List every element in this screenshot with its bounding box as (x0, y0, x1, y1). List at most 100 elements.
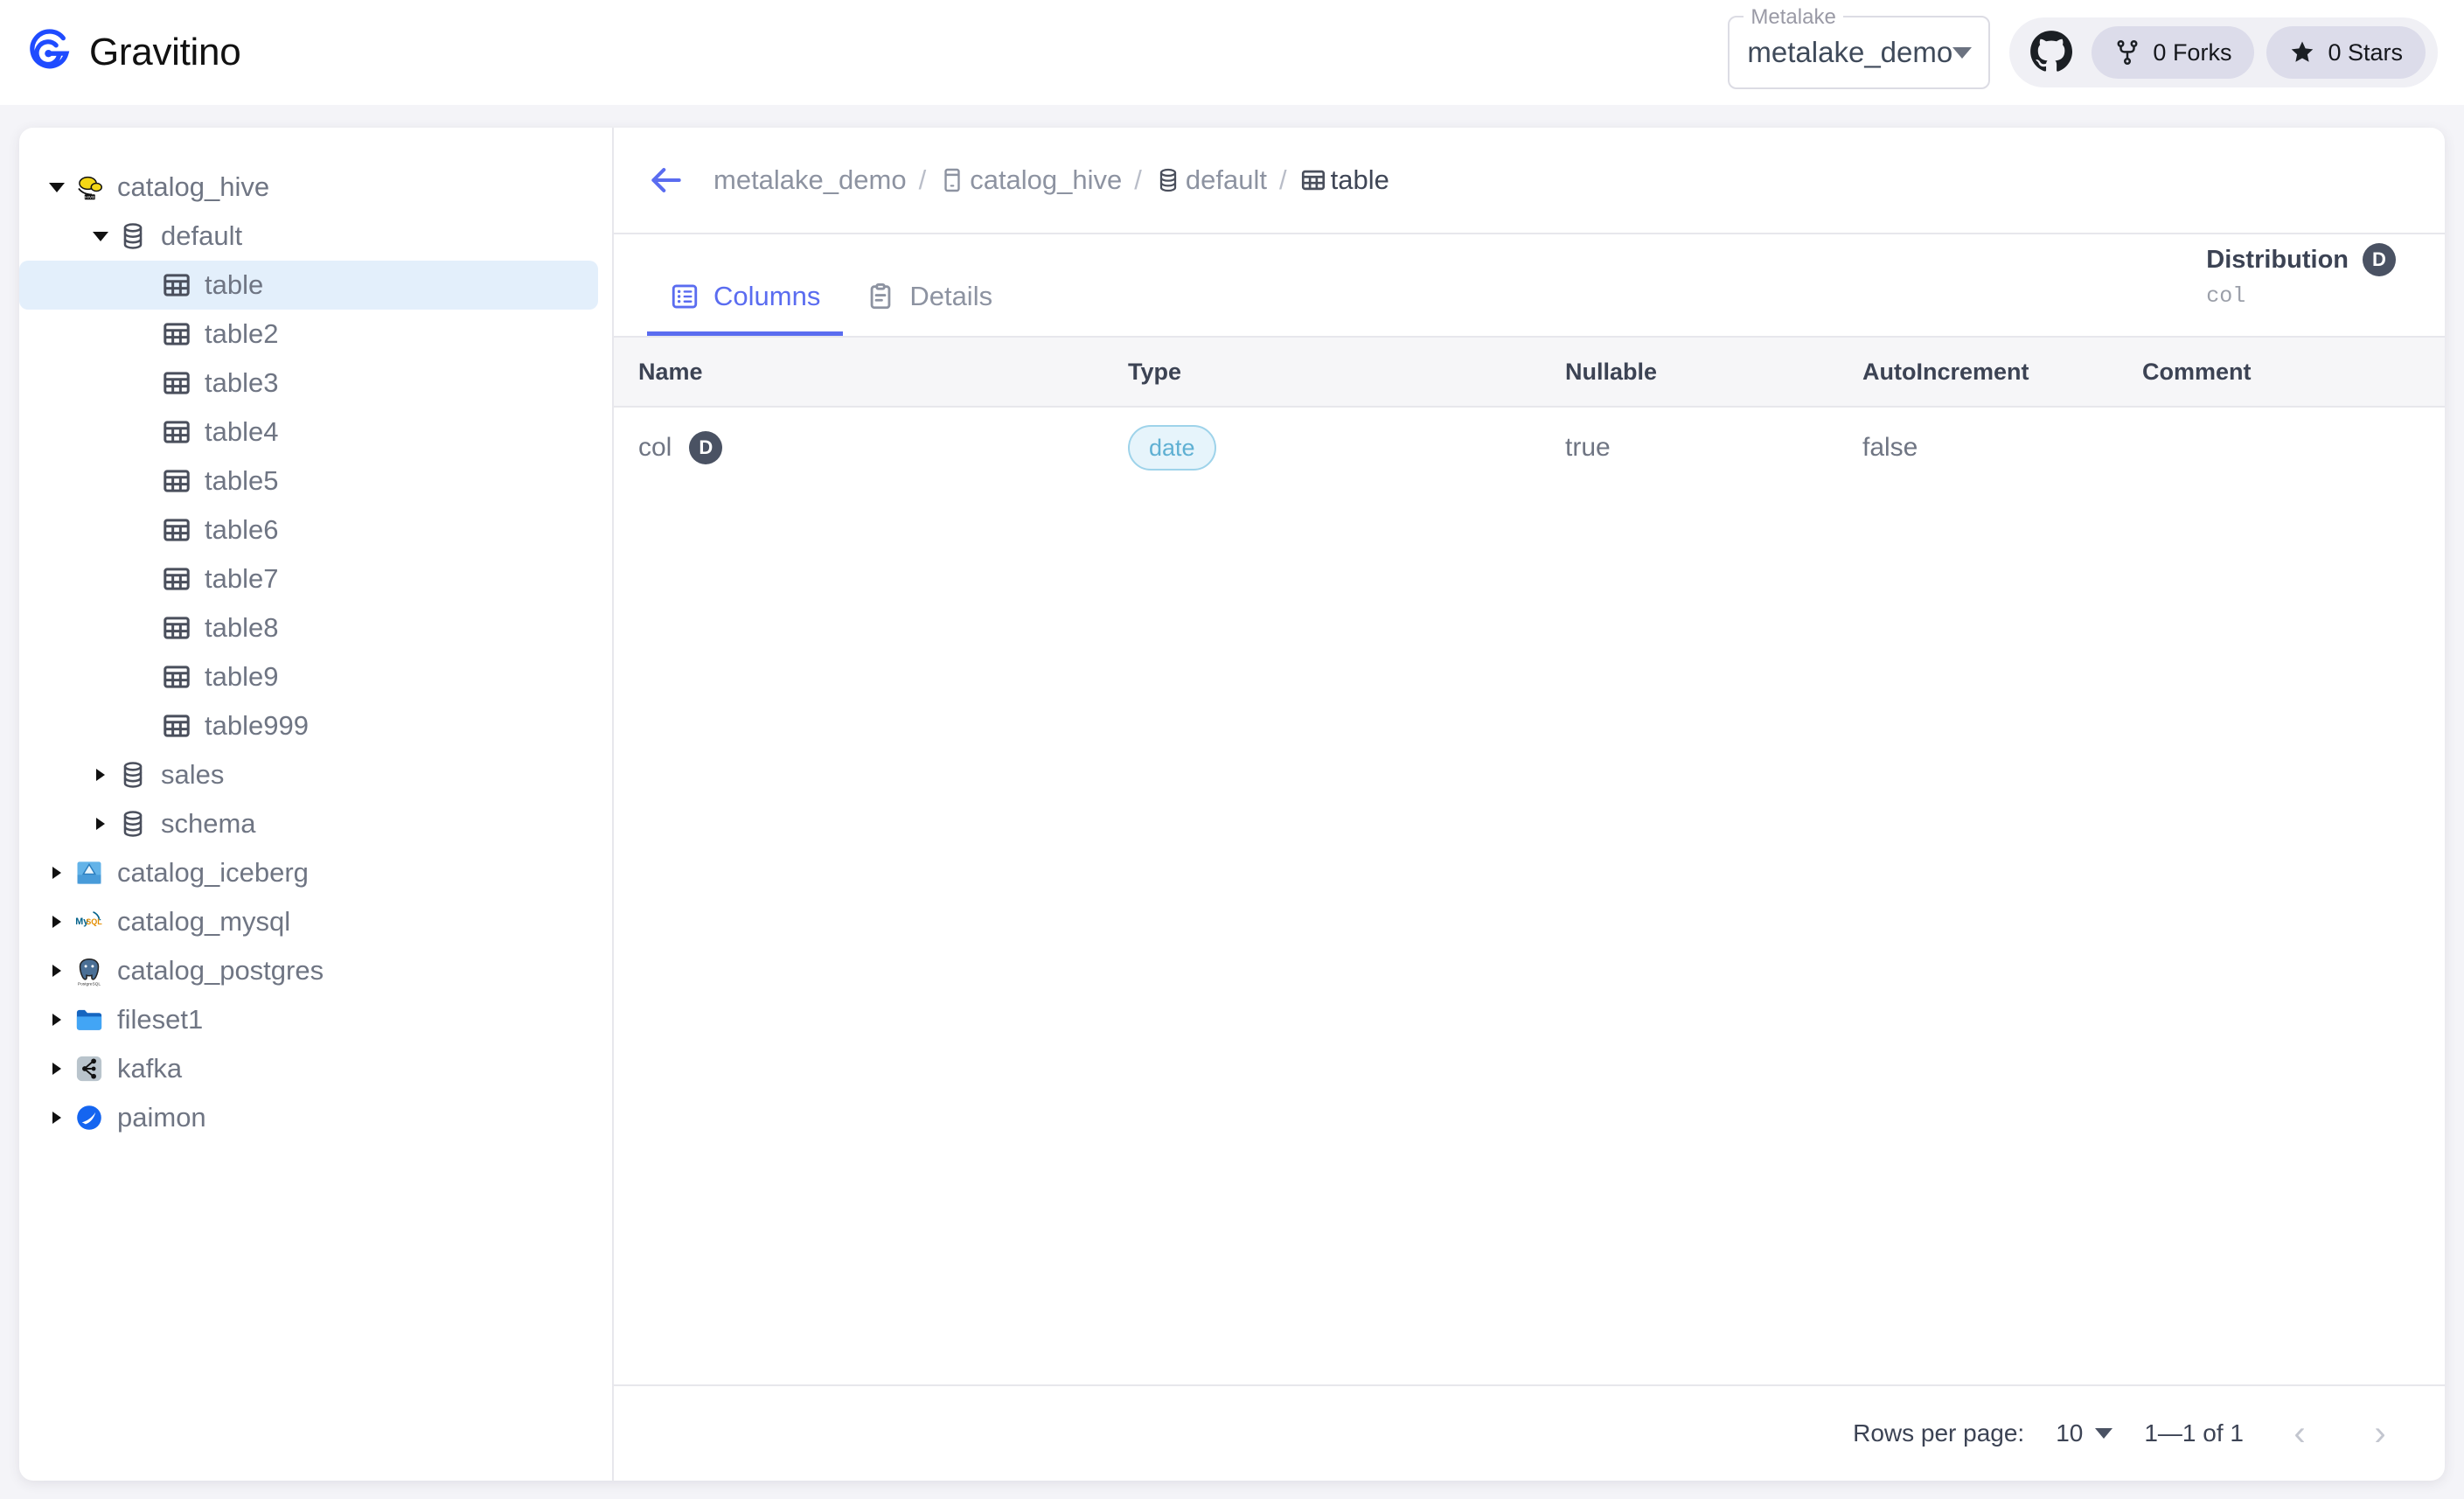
breadcrumb-separator: / (1134, 164, 1142, 196)
tree-item-table4[interactable]: table4 (19, 408, 598, 457)
chevron-right-icon[interactable] (86, 818, 115, 830)
table-icon (159, 464, 194, 499)
chevron-left-icon[interactable]: ‹ (2275, 1409, 2324, 1458)
chevron-down-icon (2095, 1428, 2112, 1439)
tab-columns[interactable]: Columns (647, 281, 843, 336)
github-stars-label: 0 Stars (2328, 39, 2403, 66)
tree-item-label: catalog_iceberg (117, 857, 309, 889)
tree-item-label: schema (161, 808, 256, 840)
tabs-row: Columns Details Distribution (614, 234, 2445, 336)
breadcrumb-item-default[interactable]: default (1154, 164, 1267, 196)
page-wrap: HIVEcatalog_hivedefaulttabletable2table3… (0, 105, 2464, 1499)
tree-item-label: kafka (117, 1053, 182, 1084)
tab-details[interactable]: Details (843, 281, 1015, 336)
tree-item-table6[interactable]: table6 (19, 505, 598, 554)
distribution-title: Distribution (2206, 246, 2349, 275)
svg-text:HIVE: HIVE (85, 195, 95, 200)
tree-item-label: catalog_mysql (117, 906, 290, 938)
column-name: col (638, 433, 672, 463)
tab-details-label: Details (909, 281, 992, 312)
breadcrumb-item-label: table (1331, 164, 1389, 196)
catalog-tree: HIVEcatalog_hivedefault table table2 table3… (19, 128, 614, 1481)
breadcrumb-items: metalake_demo/catalog_hive/default/table (713, 164, 1389, 196)
tree-item-label: table7 (205, 563, 278, 595)
svg-text:SQL: SQL (86, 917, 102, 926)
tree-item-schema[interactable]: schema (19, 799, 598, 848)
tree-item-label: table999 (205, 710, 309, 742)
table-icon (159, 610, 194, 645)
tree-item-table7[interactable]: table7 (19, 554, 598, 603)
distribution-value: col (2206, 283, 2396, 309)
distribution-badge: D (689, 431, 722, 464)
tree-item-table[interactable]: table (19, 261, 598, 310)
cell-type: date (1103, 425, 1541, 471)
github-icon[interactable] (2029, 30, 2074, 75)
tree-item-sales[interactable]: sales (19, 750, 598, 799)
th-nullable: Nullable (1541, 359, 1838, 386)
fork-icon (2114, 39, 2140, 66)
tree-item-table9[interactable]: table9 (19, 652, 598, 701)
github-forks-chip[interactable]: 0 Forks (2092, 26, 2254, 79)
tree-item-table999[interactable]: table999 (19, 701, 598, 750)
tree-item-default[interactable]: default (19, 212, 598, 261)
chevron-right-icon[interactable] (42, 867, 72, 879)
tree-item-fileset1[interactable]: fileset1 (19, 995, 598, 1044)
chevron-right-icon[interactable] (42, 916, 72, 928)
breadcrumb-item-table[interactable]: table (1299, 164, 1389, 196)
table-icon (159, 317, 194, 352)
table-icon (159, 512, 194, 547)
tree-item-catalog_hive[interactable]: HIVEcatalog_hive (19, 163, 598, 212)
folder-icon (72, 1002, 107, 1037)
table-icon (159, 268, 194, 303)
rows-per-page-label: Rows per page: (1853, 1419, 2024, 1447)
table-icon (159, 561, 194, 596)
breadcrumb-item-catalog_hive[interactable]: catalog_hive (938, 164, 1122, 196)
tab-columns-label: Columns (713, 281, 820, 312)
tree-item-label: fileset1 (117, 1004, 203, 1035)
database-icon (115, 219, 150, 254)
brand-name: Gravitino (89, 31, 240, 74)
tree-item-label: table2 (205, 318, 278, 350)
tree-item-table8[interactable]: table8 (19, 603, 598, 652)
th-name: Name (614, 359, 1103, 386)
chevron-right-icon[interactable] (42, 1063, 72, 1075)
tree-item-table2[interactable]: table2 (19, 310, 598, 359)
github-stars-chip[interactable]: 0 Stars (2266, 26, 2426, 79)
metalake-select[interactable]: Metalake metalake_demo (1728, 16, 1990, 89)
table-row[interactable]: colDdatetruefalse (614, 408, 2445, 488)
chevron-right-icon[interactable] (42, 965, 72, 977)
tree-item-label: table5 (205, 465, 278, 497)
github-stats-group: 0 Forks 0 Stars (2009, 17, 2438, 87)
main-pane: metalake_demo/catalog_hive/default/table… (614, 128, 2445, 1481)
tree-item-table3[interactable]: table3 (19, 359, 598, 408)
distribution-badge: D (2363, 243, 2396, 276)
table-icon (159, 708, 194, 743)
pagination: Rows per page: 10 1—1 of 1 ‹ › (614, 1384, 2445, 1481)
tree-item-paimon[interactable]: paimon (19, 1093, 598, 1142)
hive-icon: HIVE (72, 170, 107, 205)
tree-item-label: table4 (205, 416, 278, 448)
chevron-right-icon[interactable]: › (2356, 1409, 2405, 1458)
tree-item-catalog_mysql[interactable]: MySQLcatalog_mysql (19, 897, 598, 946)
chevron-right-icon[interactable] (42, 1112, 72, 1124)
chevron-right-icon[interactable] (86, 769, 115, 781)
tree-item-label: default (161, 220, 242, 252)
chevron-down-icon[interactable] (42, 183, 72, 192)
rows-per-page-select[interactable]: 10 (2056, 1419, 2112, 1447)
arrow-left-icon[interactable] (647, 161, 686, 199)
tree-item-table5[interactable]: table5 (19, 457, 598, 505)
brand[interactable]: Gravitino (24, 28, 240, 77)
tree-item-kafka[interactable]: kafka (19, 1044, 598, 1093)
tree-item-catalog_postgres[interactable]: PostgreSQLcatalog_postgres (19, 946, 598, 995)
chevron-down-icon (1952, 47, 1972, 59)
type-chip: date (1128, 425, 1216, 471)
database-icon (115, 806, 150, 841)
breadcrumb-separator: / (919, 164, 927, 196)
chevron-right-icon[interactable] (42, 1014, 72, 1026)
tree-item-catalog_iceberg[interactable]: catalog_iceberg (19, 848, 598, 897)
tree-item-label: sales (161, 759, 224, 791)
chevron-down-icon[interactable] (86, 232, 115, 241)
tree-item-label: table (205, 269, 263, 301)
breadcrumb-item-metalake_demo[interactable]: metalake_demo (713, 164, 907, 196)
rows-per-page-value: 10 (2056, 1419, 2083, 1447)
